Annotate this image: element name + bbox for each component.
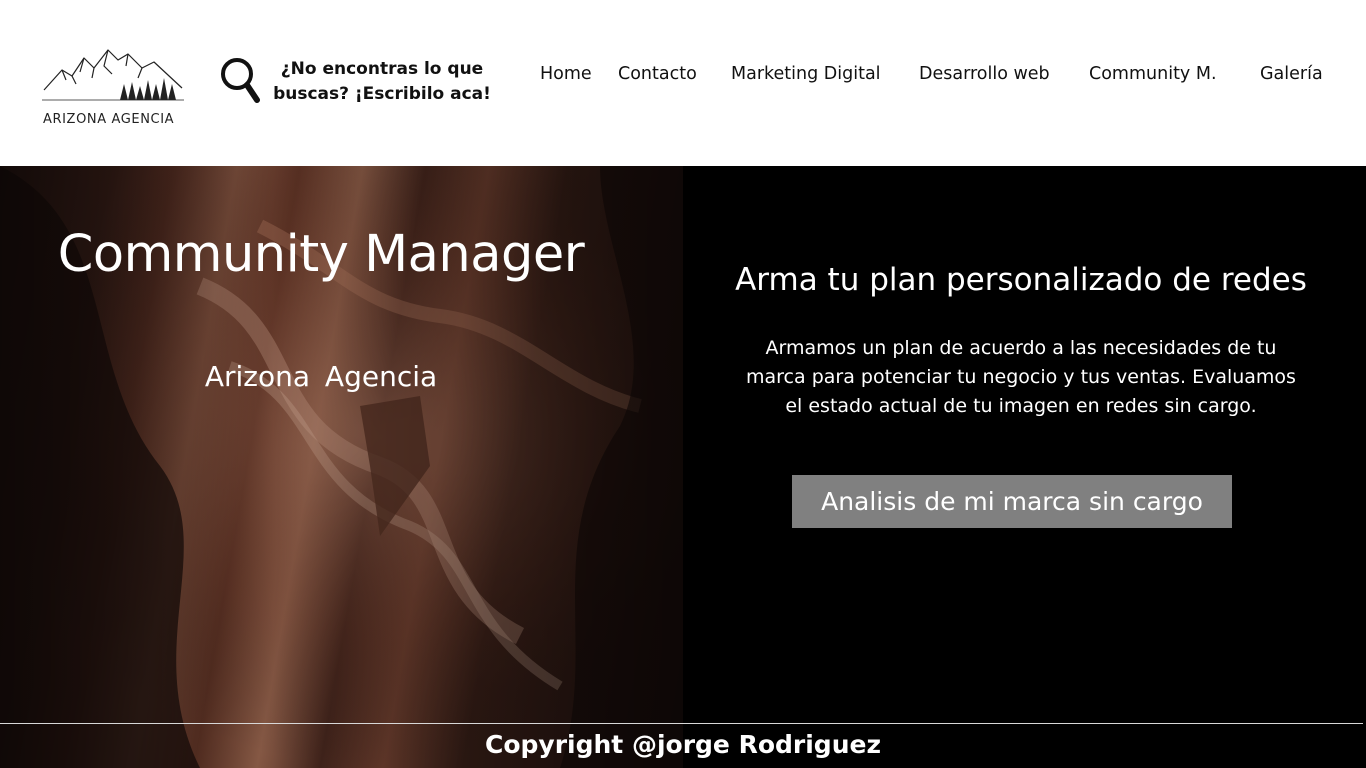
nav-galeria[interactable]: Galería <box>1260 64 1323 84</box>
hero-info-panel <box>683 166 1366 768</box>
nav-contacto[interactable]: Contacto <box>618 64 697 84</box>
hero-title: Community Manager <box>57 225 585 284</box>
free-brand-analysis-button[interactable]: Analisis de mi marca sin cargo <box>792 475 1232 528</box>
search-icon[interactable] <box>219 56 261 106</box>
nav-marketing-digital[interactable]: Marketing Digital <box>731 64 881 84</box>
plan-heading: Arma tu plan personalizado de redes <box>735 262 1307 298</box>
site-header: ARIZONA AGENCIA ¿No encontras lo que bus… <box>0 0 1366 166</box>
search-prompt[interactable]: ¿No encontras lo que buscas? ¡Escribilo … <box>266 57 498 107</box>
nav-home[interactable]: Home <box>540 64 592 84</box>
nav-community-m[interactable]: Community M. <box>1089 64 1217 84</box>
plan-description: Armamos un plan de acuerdo a las necesid… <box>746 337 1296 417</box>
mountain-logo-icon <box>42 49 184 101</box>
site-logo[interactable]: ARIZONA AGENCIA <box>40 44 192 134</box>
nav-desarrollo-web[interactable]: Desarrollo web <box>919 64 1050 84</box>
copyright-text: Copyright @jorge Rodriguez <box>484 730 881 759</box>
logo-text: ARIZONA AGENCIA <box>43 112 175 127</box>
footer-divider <box>0 723 1363 724</box>
hero-subtitle: Arizona Agencia <box>204 360 438 393</box>
